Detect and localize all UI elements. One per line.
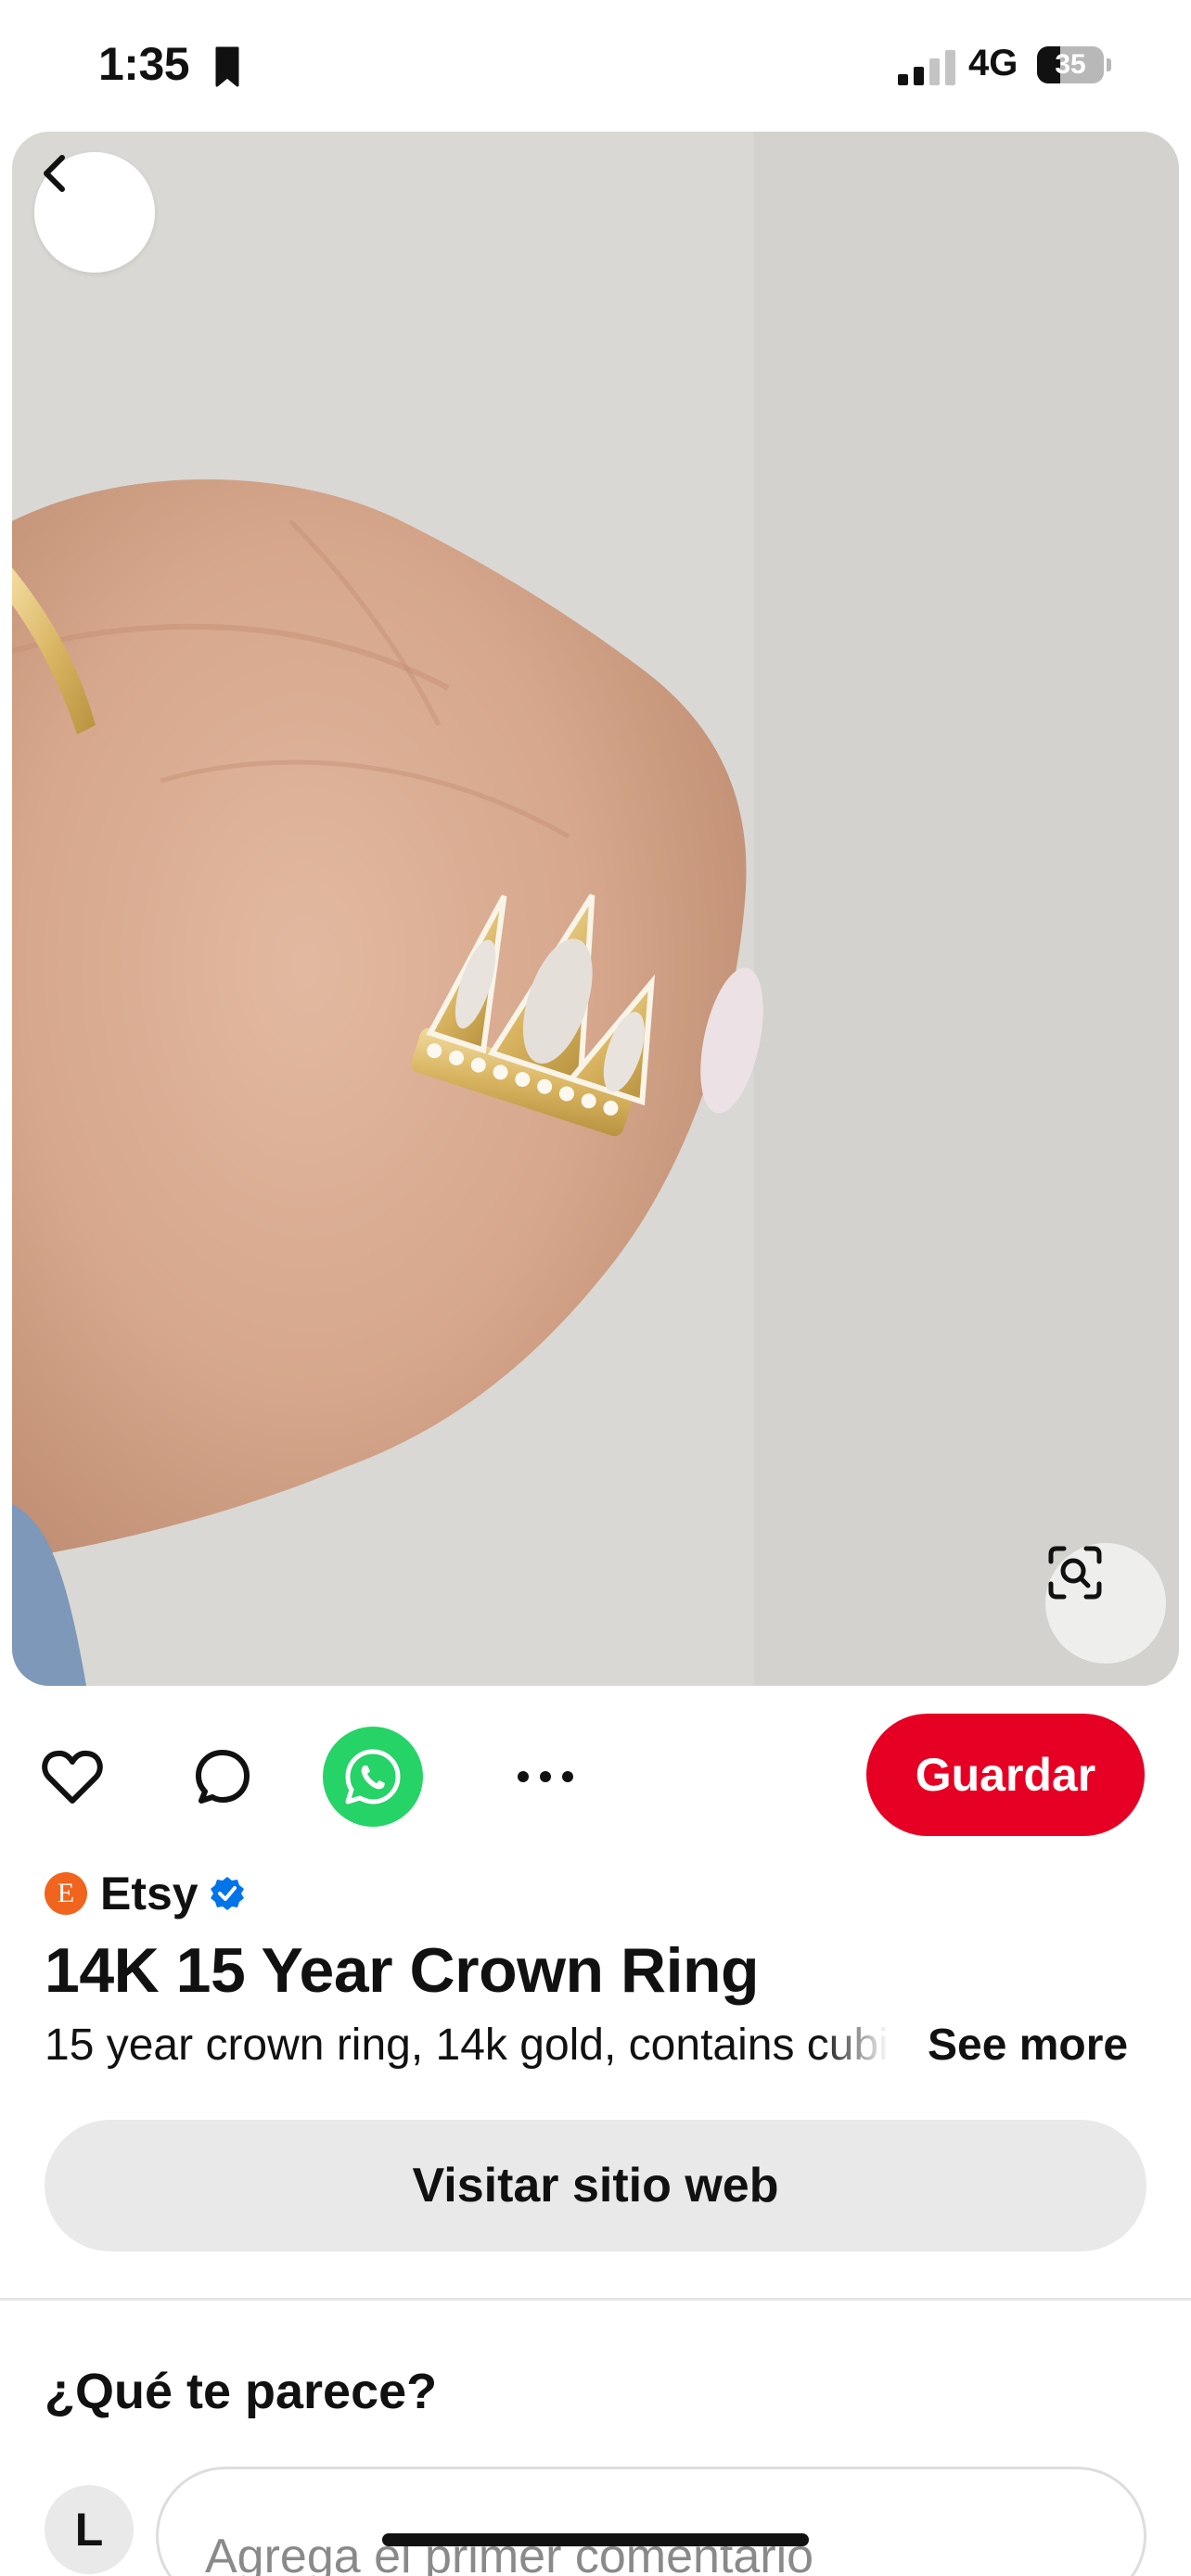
comment-icon — [196, 1750, 250, 1804]
ring-photo-illustration — [12, 132, 1179, 1686]
divider — [0, 2298, 1191, 2301]
status-bar: 1:35 4G 35 — [0, 0, 1191, 130]
source-name: Etsy — [100, 1868, 198, 1919]
verified-badge-icon — [210, 1877, 244, 1910]
whatsapp-icon — [345, 1749, 401, 1804]
heart-icon — [42, 1750, 103, 1804]
like-button[interactable] — [37, 1741, 108, 1812]
whatsapp-share-button[interactable] — [323, 1727, 423, 1827]
more-options-button[interactable] — [510, 1741, 581, 1812]
save-button[interactable]: Guardar — [866, 1714, 1145, 1836]
battery-percent: 35 — [1055, 49, 1086, 80]
pin-description: 15 year crown ring, 14k gold, contains c… — [45, 2021, 889, 2070]
bookmark-icon — [215, 46, 239, 87]
ellipsis-icon — [518, 1771, 573, 1782]
back-button[interactable] — [34, 152, 155, 273]
etsy-logo: E — [45, 1872, 87, 1915]
home-indicator[interactable] — [382, 2533, 809, 2546]
comment-input[interactable]: Agrega el primer comentario — [156, 2467, 1146, 2576]
comment-button[interactable] — [187, 1741, 258, 1812]
pin-title: 14K 15 Year Crown Ring — [45, 1935, 760, 2006]
comments-heading: ¿Qué te parece? — [45, 2364, 438, 2419]
action-bar: Guardar — [0, 1714, 1191, 1840]
signal-icon — [898, 50, 955, 85]
visit-website-button[interactable]: Visitar sitio web — [45, 2120, 1146, 2251]
visual-search-icon — [1048, 1546, 1102, 1600]
pin-source[interactable]: E Etsy — [45, 1866, 245, 1921]
visual-search-button[interactable] — [1045, 1543, 1166, 1664]
status-time: 1:35 — [98, 38, 190, 90]
pin-image[interactable] — [12, 132, 1179, 1686]
network-type: 4G — [968, 43, 1018, 83]
chevron-left-icon — [44, 155, 65, 192]
see-more-link[interactable]: See more — [928, 2020, 1128, 2071]
avatar[interactable]: L — [45, 2485, 134, 2574]
battery-icon: 35 — [1037, 46, 1111, 83]
